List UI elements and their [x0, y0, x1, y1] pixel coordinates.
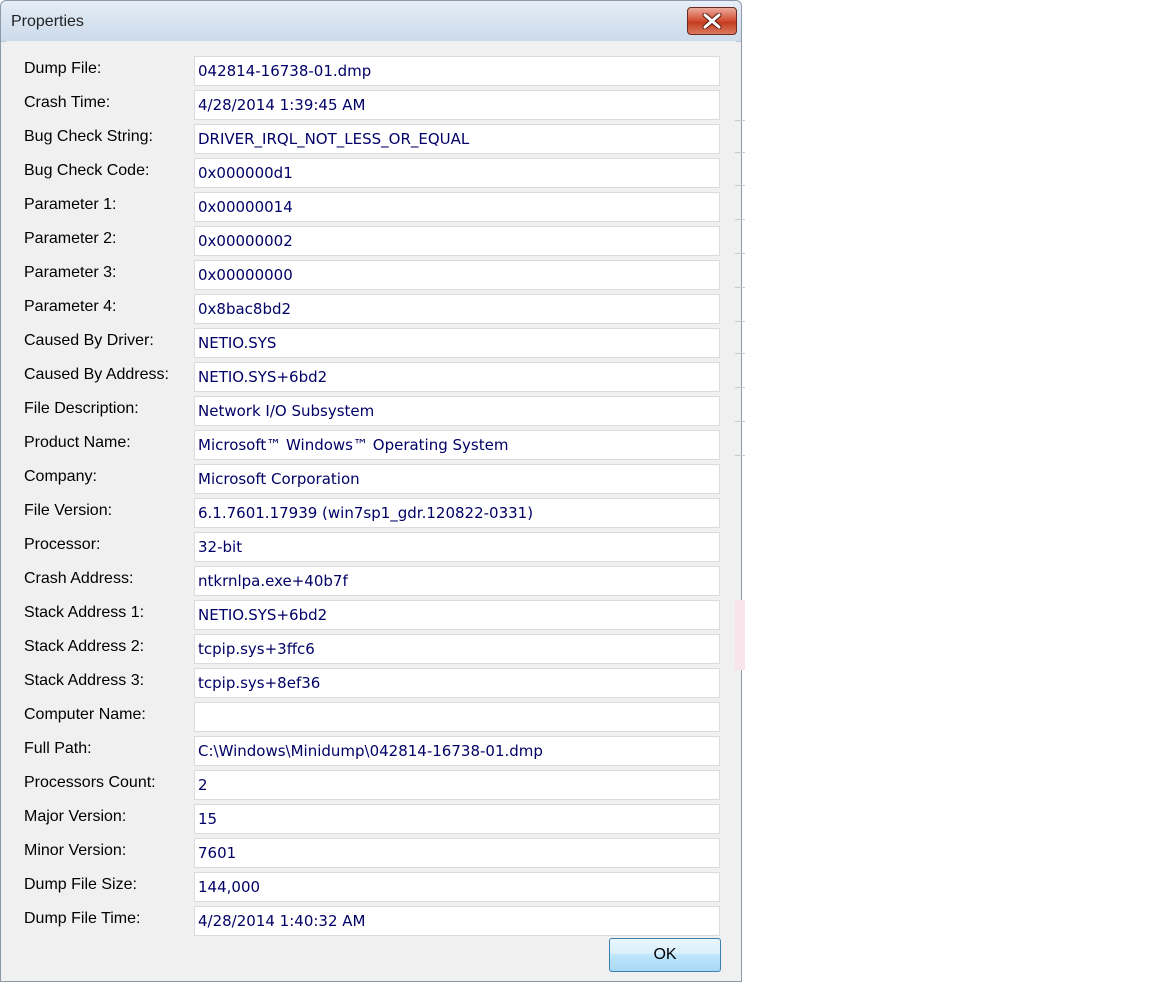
close-icon [702, 13, 722, 29]
background-row-divider [735, 421, 745, 422]
properties-dialog: Properties Dump File: 042814-16738-01.dmp… [0, 0, 742, 982]
property-value-field[interactable]: 0x00000014 [194, 192, 720, 222]
property-label: Bug Check String: [24, 128, 153, 145]
background-row-divider [735, 219, 745, 220]
property-label: Stack Address 3: [24, 672, 145, 689]
property-label: Parameter 4: [24, 298, 117, 315]
background-row-divider [735, 455, 745, 456]
property-label: Stack Address 1: [24, 604, 145, 621]
property-value-field[interactable]: 0x8bac8bd2 [194, 294, 720, 324]
property-value-field[interactable]: 4/28/2014 1:40:32 AM [194, 906, 720, 936]
property-value-field[interactable] [194, 702, 720, 732]
property-value-field[interactable]: 144,000 [194, 872, 720, 902]
property-value-field[interactable]: Microsoft™ Windows™ Operating System [194, 430, 720, 460]
property-label: Dump File: [24, 60, 102, 77]
property-label: Dump File Time: [24, 910, 141, 927]
property-value-field[interactable]: 042814-16738-01.dmp [194, 56, 720, 86]
window-title: Properties [11, 13, 84, 30]
property-value-field[interactable]: C:\Windows\Minidump\042814-16738-01.dmp [194, 736, 720, 766]
background-row-divider [735, 387, 745, 388]
background-row-divider [735, 321, 745, 322]
property-label: Crash Time: [24, 94, 111, 111]
property-label: Parameter 2: [24, 230, 117, 247]
property-label: Dump File Size: [24, 876, 137, 893]
property-label: Processor: [24, 536, 101, 553]
background-row-divider [735, 253, 745, 254]
property-label: Parameter 3: [24, 264, 117, 281]
property-label: Computer Name: [24, 706, 146, 723]
background-row-divider [735, 185, 745, 186]
property-value-field[interactable]: 0x00000000 [194, 260, 720, 290]
property-value-field[interactable]: 15 [194, 804, 720, 834]
property-value-field[interactable]: 2 [194, 770, 720, 800]
property-value-field[interactable]: 0x00000002 [194, 226, 720, 256]
property-value-field[interactable]: NETIO.SYS [194, 328, 720, 358]
property-value-field[interactable]: ntkrnlpa.exe+40b7f [194, 566, 720, 596]
property-value-field[interactable]: 4/28/2014 1:39:45 AM [194, 90, 720, 120]
property-label: Caused By Address: [24, 366, 169, 383]
background-row-divider [735, 287, 745, 288]
background-row-divider [735, 120, 745, 121]
property-value-field[interactable]: DRIVER_IRQL_NOT_LESS_OR_EQUAL [194, 124, 720, 154]
property-value-field[interactable]: NETIO.SYS+6bd2 [194, 600, 720, 630]
property-label: Full Path: [24, 740, 92, 757]
property-label: Parameter 1: [24, 196, 117, 213]
property-label: Stack Address 2: [24, 638, 145, 655]
background-highlight-row [735, 600, 745, 670]
ok-button[interactable]: OK [609, 938, 721, 972]
property-label: Product Name: [24, 434, 131, 451]
properties-panel: Dump File: 042814-16738-01.dmp Crash Time:… [6, 41, 736, 981]
title-bar[interactable]: Properties [1, 1, 741, 42]
property-value-field[interactable]: Microsoft Corporation [194, 464, 720, 494]
property-value-field[interactable]: 6.1.7601.17939 (win7sp1_gdr.120822-0331) [194, 498, 720, 528]
background-row-divider [735, 353, 745, 354]
property-label: Minor Version: [24, 842, 127, 859]
property-label: File Description: [24, 400, 139, 417]
property-value-field[interactable]: tcpip.sys+8ef36 [194, 668, 720, 698]
property-value-field[interactable]: 7601 [194, 838, 720, 868]
property-label: Bug Check Code: [24, 162, 150, 179]
property-value-field[interactable]: Network I/O Subsystem [194, 396, 720, 426]
property-value-field[interactable]: tcpip.sys+3ffc6 [194, 634, 720, 664]
property-value-field[interactable]: 0x000000d1 [194, 158, 720, 188]
property-label: Caused By Driver: [24, 332, 154, 349]
property-label: Company: [24, 468, 97, 485]
property-label: Crash Address: [24, 570, 134, 587]
property-value-field[interactable]: NETIO.SYS+6bd2 [194, 362, 720, 392]
property-label: Major Version: [24, 808, 127, 825]
property-label: File Version: [24, 502, 113, 519]
property-label: Processors Count: [24, 774, 156, 791]
close-button[interactable] [687, 7, 737, 35]
property-value-field[interactable]: 32-bit [194, 532, 720, 562]
background-row-divider [735, 152, 745, 153]
